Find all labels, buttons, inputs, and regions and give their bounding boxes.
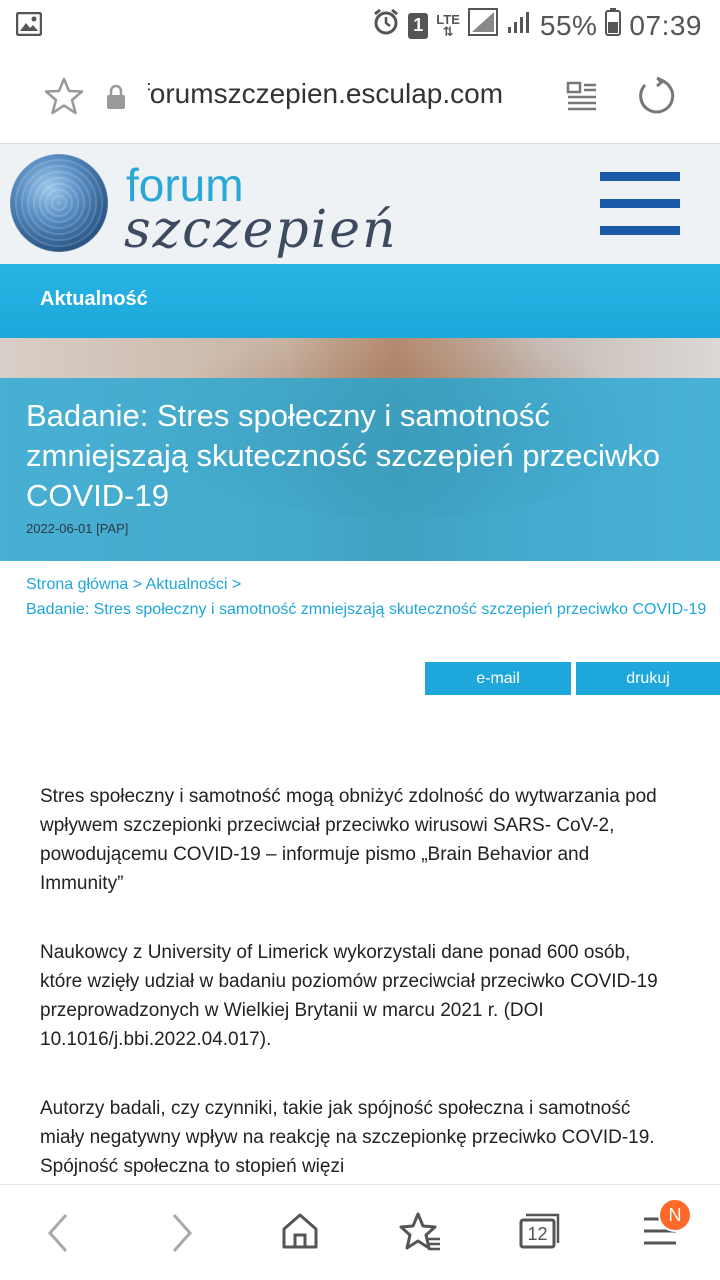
home-icon[interactable] — [280, 1211, 320, 1256]
browser-bottom-nav: 12 — [0, 1184, 720, 1280]
breadcrumb: Strona główna > Aktualności > Badanie: S… — [26, 572, 718, 622]
notification-badge: N — [658, 1198, 692, 1232]
logo-image[interactable] — [10, 154, 108, 252]
article-title: Badanie: Stres społeczny i samotność zmn… — [26, 398, 661, 513]
breadcrumb-current[interactable]: Badanie: Stres społeczny i samotność zmn… — [26, 601, 706, 618]
article-paragraph: Stres społeczny i samotność mogą obniżyć… — [40, 786, 657, 894]
breadcrumb-separator: > — [227, 576, 242, 593]
reload-icon[interactable] — [636, 76, 676, 121]
signal-sim2-icon — [506, 9, 532, 42]
print-button[interactable]: drukuj — [576, 662, 720, 695]
back-icon[interactable] — [44, 1211, 72, 1260]
breadcrumb-home[interactable]: Strona główna — [26, 576, 128, 593]
bookmarks-star-icon[interactable] — [398, 1211, 442, 1258]
email-button[interactable]: e-mail — [425, 662, 571, 695]
article-body: Stres społeczny i samotność mogą obniżyć… — [40, 782, 660, 1221]
tabs-icon[interactable]: 12 — [518, 1211, 562, 1256]
gallery-notification-icon — [15, 11, 43, 41]
svg-text:12: 12 — [527, 1224, 547, 1244]
url-field[interactable]: forumszczepien.esculap.com — [148, 78, 548, 110]
signal-sim1-icon — [467, 8, 498, 43]
clock: 07:39 — [629, 9, 702, 41]
article-date-source: 2022-06-01 [PAP] — [26, 521, 129, 536]
address-bar: forumszczepien.esculap.com — [0, 50, 720, 144]
article-paragraph: Autorzy badali, czy czynniki, takie jak … — [40, 1098, 655, 1177]
forward-icon[interactable] — [168, 1211, 196, 1260]
alarm-icon — [372, 8, 400, 43]
logo-text-szczepien[interactable]: szczepień — [124, 200, 398, 260]
battery-icon — [605, 8, 622, 43]
section-title: Aktualność — [40, 288, 148, 310]
article-paragraph: Naukowcy z University of Limerick wykorz… — [40, 942, 658, 1050]
status-bar: 1 LTE ⇅ 55% 07:39 — [0, 0, 720, 50]
reader-mode-icon[interactable] — [566, 80, 598, 117]
hero-banner: Badanie: Stres społeczny i samotność zmn… — [0, 338, 720, 561]
battery-percent: 55% — [539, 9, 598, 41]
network-type: LTE ⇅ — [436, 11, 460, 39]
bookmark-star-icon[interactable] — [44, 76, 84, 121]
lock-icon — [106, 84, 126, 115]
section-bar: Aktualność — [0, 264, 720, 338]
breadcrumb-separator: > — [128, 576, 146, 593]
breadcrumb-news[interactable]: Aktualności — [146, 576, 228, 593]
menu-hamburger-icon[interactable] — [600, 172, 680, 236]
sim-indicator: 1 — [408, 12, 429, 39]
